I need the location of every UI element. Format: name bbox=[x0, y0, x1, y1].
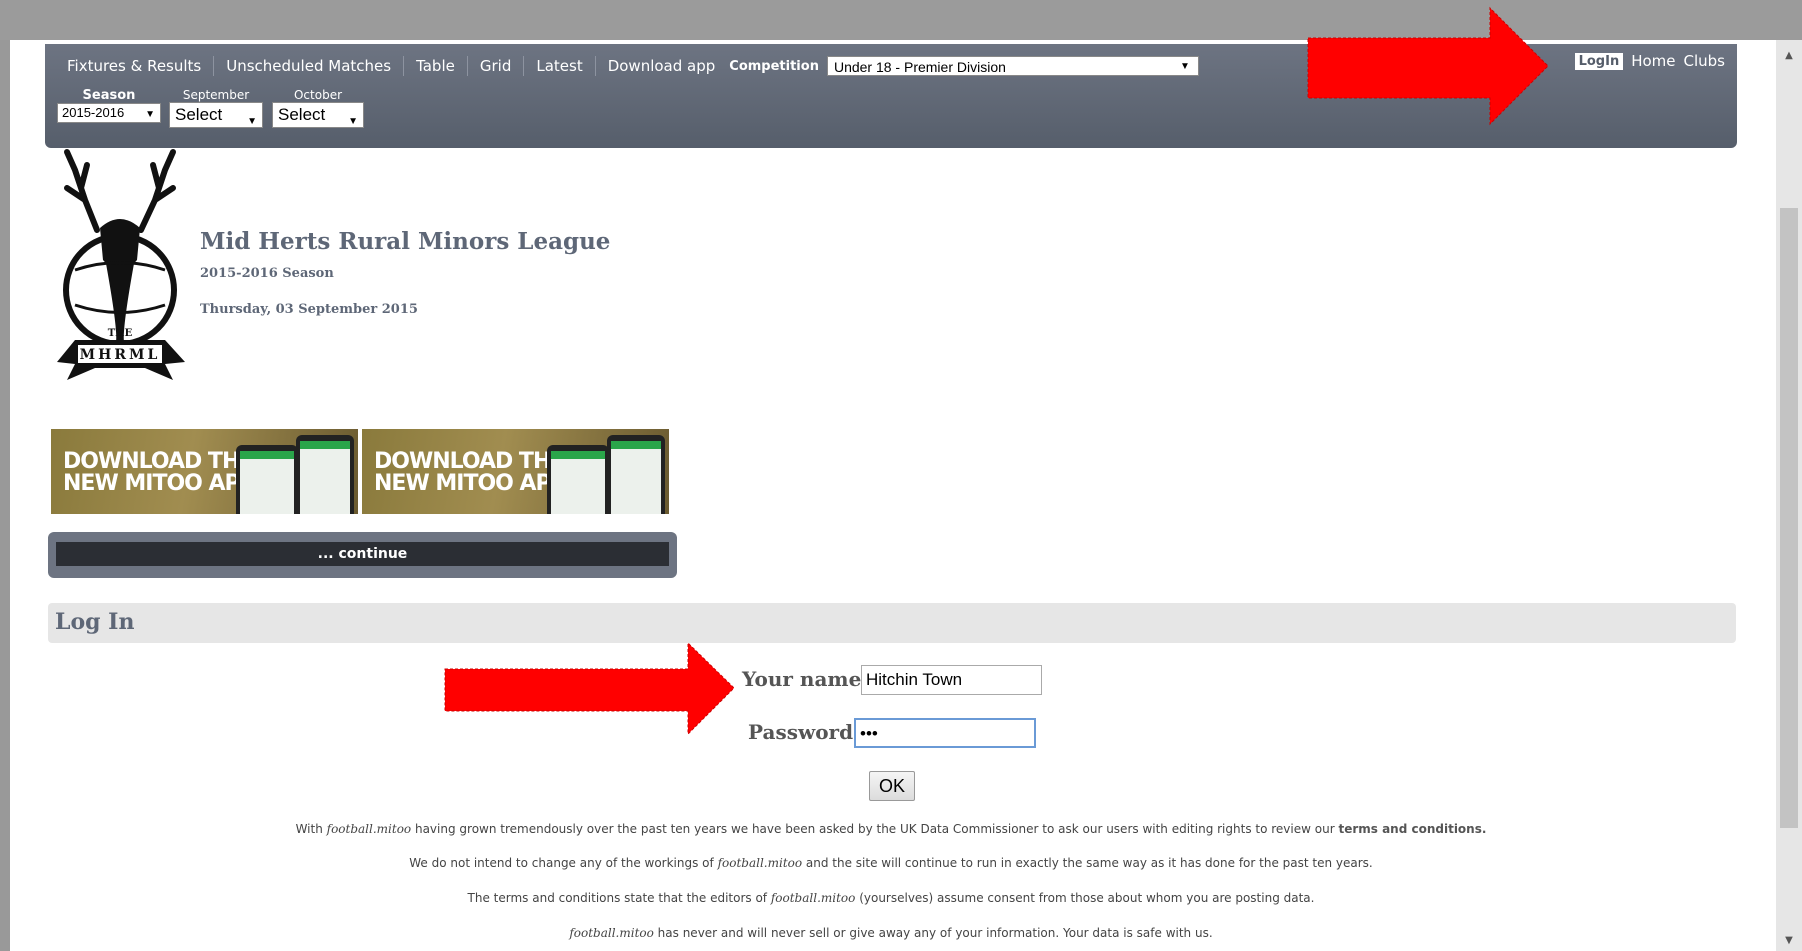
clubs-link[interactable]: Clubs bbox=[1684, 52, 1725, 70]
september-label: September bbox=[182, 88, 250, 102]
brand-name: football.mitoo bbox=[717, 856, 803, 870]
login-section-header: Log In bbox=[48, 603, 1736, 643]
banner-line-2: NEW MITOO APP bbox=[63, 471, 256, 496]
nav-latest[interactable]: Latest bbox=[524, 56, 596, 76]
september-select-value: Select bbox=[175, 105, 223, 124]
banner-line-1: DOWNLOAD THE bbox=[374, 449, 565, 474]
league-date: Thursday, 03 September 2015 bbox=[200, 302, 418, 317]
svg-text:THE: THE bbox=[108, 328, 133, 339]
terms-text: and the site will continue to run in exa… bbox=[802, 856, 1373, 870]
terms-text: has never and will never sell or give aw… bbox=[653, 926, 1213, 940]
nav-fixtures-results[interactable]: Fixtures & Results bbox=[67, 56, 215, 76]
terms-text: having grown tremendously over the past … bbox=[411, 822, 1339, 836]
nav-links: Fixtures & Results Unscheduled Matches T… bbox=[67, 54, 1199, 78]
home-link[interactable]: Home bbox=[1631, 52, 1675, 70]
terms-text: (yourselves) assume consent from those a… bbox=[855, 891, 1315, 905]
terms-paragraph-4: football.mitoo has never and will never … bbox=[0, 926, 1782, 940]
continue-button[interactable]: ... continue bbox=[56, 542, 669, 566]
download-app-banner-1[interactable]: DOWNLOAD THE NEW MITOO APP bbox=[51, 429, 358, 514]
nav-table[interactable]: Table bbox=[404, 56, 468, 76]
season-label: Season bbox=[82, 88, 136, 103]
dropdown-arrow-icon: ▼ bbox=[247, 116, 257, 127]
terms-paragraph-3: The terms and conditions state that the … bbox=[0, 891, 1782, 905]
continue-panel: ... continue bbox=[48, 532, 677, 578]
nav-download-app[interactable]: Download app bbox=[596, 56, 728, 76]
terms-text: We do not intend to change any of the wo… bbox=[409, 856, 718, 870]
season-selector: Season 2015-2016 ▼ bbox=[57, 88, 161, 123]
october-select-value: Select bbox=[278, 105, 326, 124]
login-link[interactable]: LogIn bbox=[1574, 52, 1624, 70]
phone-icon bbox=[236, 445, 298, 514]
brand-name: football.mitoo bbox=[326, 822, 412, 836]
competition-select[interactable]: Under 18 - Premier Division ▼ bbox=[826, 56, 1199, 76]
banner-line-2: NEW MITOO APP bbox=[374, 471, 567, 496]
password-input[interactable]: ••• bbox=[854, 718, 1036, 748]
october-selector: October Select ▼ bbox=[272, 88, 364, 128]
competition-label: Competition bbox=[729, 58, 819, 74]
banner-text: DOWNLOAD THE NEW MITOO APP bbox=[63, 449, 256, 496]
download-app-banner-2[interactable]: DOWNLOAD THE NEW MITOO APP bbox=[362, 429, 669, 514]
phone-icon bbox=[296, 435, 354, 514]
dropdown-arrow-icon: ▼ bbox=[145, 109, 155, 120]
terms-paragraph-1: With football.mitoo having grown tremend… bbox=[0, 822, 1782, 836]
brand-name: football.mitoo bbox=[569, 926, 654, 940]
banner-text: DOWNLOAD THE NEW MITOO APP bbox=[374, 449, 567, 496]
season-select[interactable]: 2015-2016 ▼ bbox=[57, 103, 161, 123]
terms-link[interactable]: terms and conditions. bbox=[1338, 822, 1486, 836]
login-title: Log In bbox=[55, 609, 135, 635]
svg-text:MHRML: MHRML bbox=[80, 347, 161, 363]
season-select-value: 2015-2016 bbox=[62, 105, 125, 120]
annotation-arrow-icon bbox=[444, 641, 735, 736]
league-title: Mid Herts Rural Minors League bbox=[200, 228, 611, 255]
dropdown-arrow-icon: ▼ bbox=[1180, 61, 1190, 72]
nav-grid[interactable]: Grid bbox=[468, 56, 525, 76]
phone-icon bbox=[607, 435, 665, 514]
terms-text: With bbox=[295, 822, 327, 836]
svg-text:EST. 1968: EST. 1968 bbox=[105, 371, 135, 378]
october-label: October bbox=[293, 88, 343, 102]
scrollbar-thumb[interactable] bbox=[1780, 208, 1798, 828]
ok-button[interactable]: OK bbox=[869, 771, 915, 801]
dropdown-arrow-icon: ▼ bbox=[348, 116, 358, 127]
banner-line-1: DOWNLOAD THE bbox=[63, 449, 254, 474]
annotation-arrow-icon bbox=[1307, 6, 1549, 126]
phone-icon bbox=[547, 445, 609, 514]
october-select[interactable]: Select ▼ bbox=[272, 102, 364, 128]
account-links: LogIn Home Clubs bbox=[1574, 52, 1725, 70]
september-selector: September Select ▼ bbox=[169, 88, 263, 128]
competition-select-value: Under 18 - Premier Division bbox=[833, 59, 1006, 75]
name-label: Your name bbox=[742, 667, 862, 691]
league-logo-icon: THE MHRML EST. 1968 bbox=[57, 149, 185, 380]
terms-text: The terms and conditions state that the … bbox=[467, 891, 771, 905]
nav-unscheduled-matches[interactable]: Unscheduled Matches bbox=[214, 56, 405, 76]
terms-paragraph-2: We do not intend to change any of the wo… bbox=[0, 856, 1782, 870]
brand-name: football.mitoo bbox=[770, 891, 856, 905]
password-label: Password bbox=[748, 720, 854, 744]
scroll-up-arrow-icon[interactable]: ▲ bbox=[1776, 46, 1802, 66]
league-season: 2015-2016 Season bbox=[200, 266, 334, 281]
september-select[interactable]: Select ▼ bbox=[169, 102, 263, 128]
name-input[interactable]: Hitchin Town bbox=[861, 665, 1042, 695]
vertical-scrollbar[interactable]: ▲ ▼ bbox=[1776, 40, 1802, 951]
scroll-down-arrow-icon[interactable]: ▼ bbox=[1776, 931, 1802, 951]
